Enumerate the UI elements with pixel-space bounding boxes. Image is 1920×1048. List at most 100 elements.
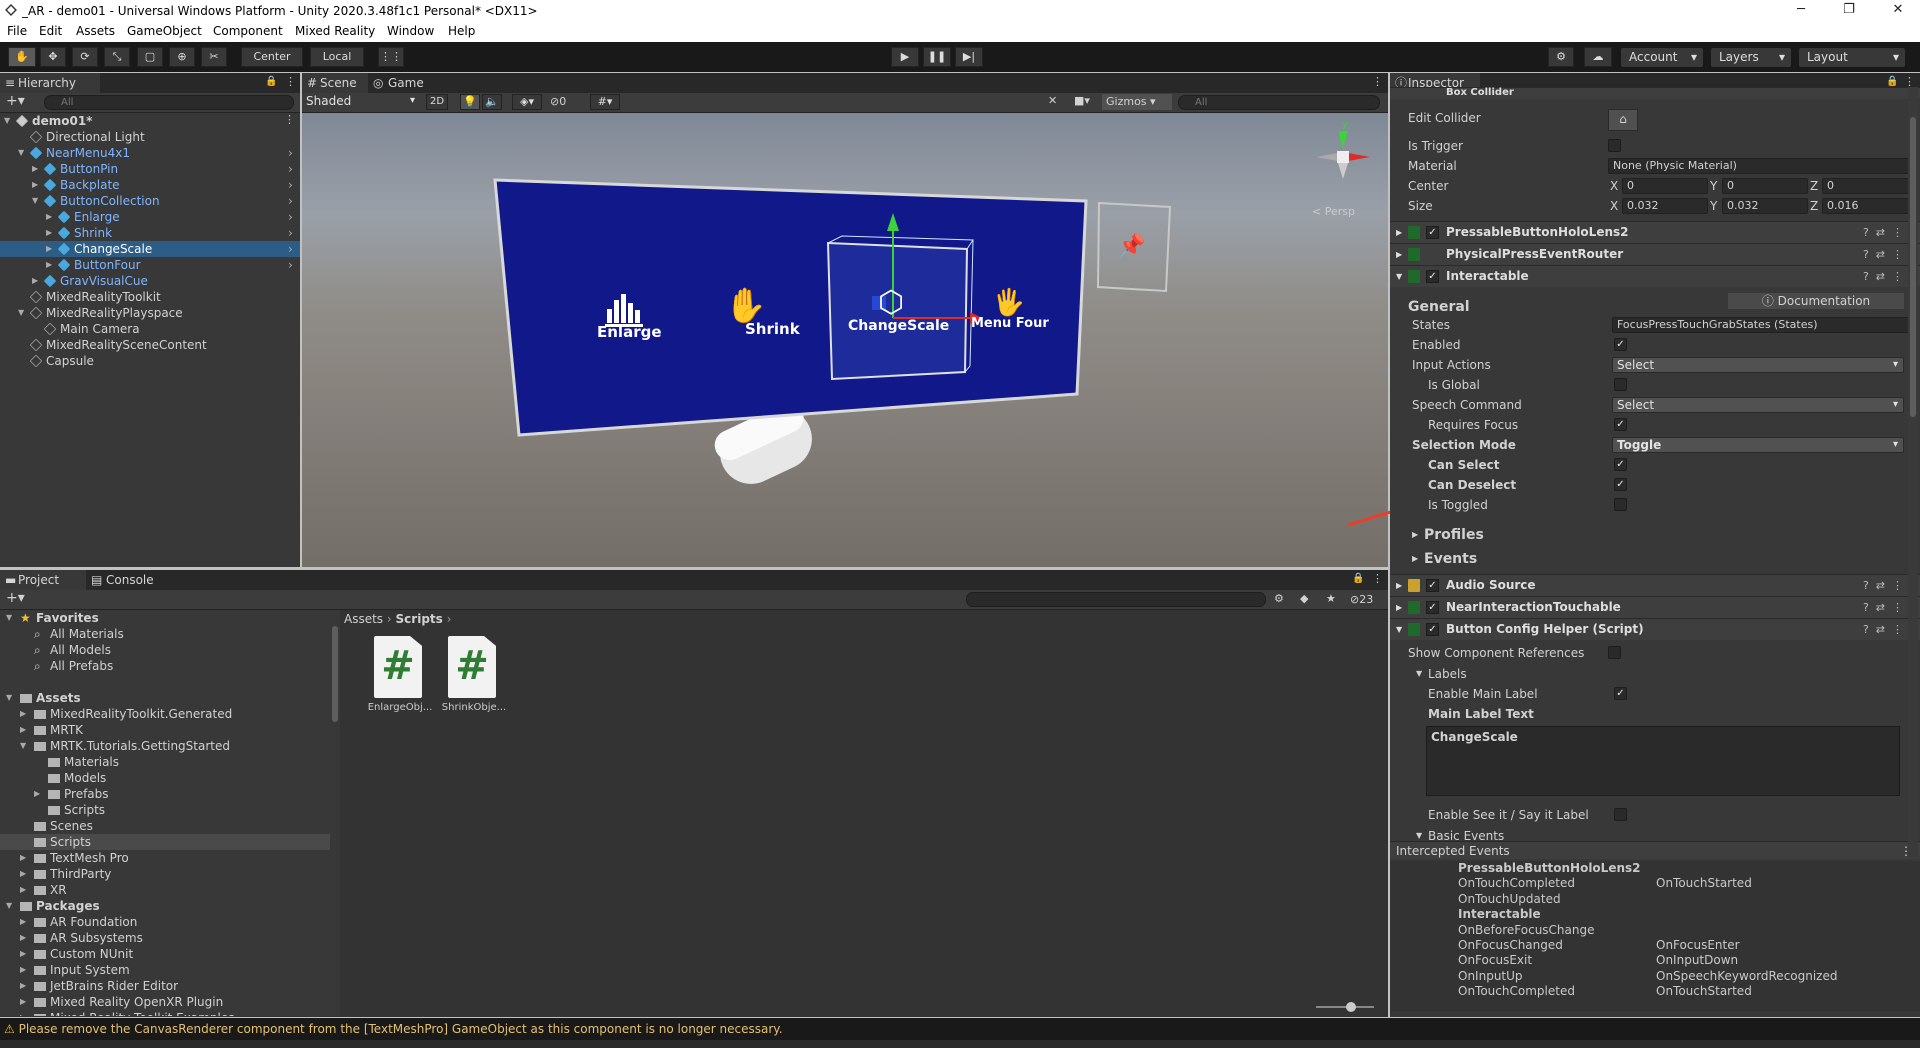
open-prefab-icon[interactable]: › xyxy=(288,225,293,241)
tab-project[interactable]: ▬ Project xyxy=(0,570,86,590)
component-enabled-checkbox[interactable]: ✓ xyxy=(1426,601,1439,614)
foldout-arrow-icon[interactable]: ▶ xyxy=(32,161,38,177)
component-interactable[interactable]: ▼ ✓ Interactable ?⇄⋮ xyxy=(1390,265,1920,287)
center-z-field[interactable]: 0 xyxy=(1822,178,1910,194)
foldout-arrow-icon[interactable]: ▶ xyxy=(46,209,52,225)
enabled-checkbox[interactable]: ✓ xyxy=(1614,338,1627,351)
menu-component[interactable]: Component xyxy=(213,24,283,38)
foldout-arrow-icon[interactable]: ▶ xyxy=(20,914,26,930)
project-folder-item[interactable]: Scenes xyxy=(0,818,330,834)
open-prefab-icon[interactable]: › xyxy=(288,145,293,161)
scene-viewport[interactable]: 📌 ✋ ⬡ 🖐 y Enlarge Shrink ChangeScale Men… xyxy=(302,113,1388,567)
foldout-arrow-icon[interactable]: ▶ xyxy=(32,177,38,193)
add-icon[interactable]: +▾ xyxy=(6,93,25,109)
component-enabled-checkbox[interactable]: ✓ xyxy=(1426,623,1439,636)
tab-game[interactable]: ◎ Game xyxy=(370,73,436,93)
2d-toggle[interactable]: 2D xyxy=(426,94,448,110)
lock-icon[interactable]: 🔒 xyxy=(1886,76,1898,87)
project-folder-item[interactable]: ▼ Packages xyxy=(0,898,330,914)
tab-console[interactable]: ▤ Console xyxy=(88,570,174,590)
hierarchy-item[interactable]: MixedRealitySceneContent xyxy=(0,337,300,353)
component-box-collider[interactable]: Box Collider xyxy=(1390,87,1920,99)
lighting-toggle[interactable]: 💡 xyxy=(460,94,480,110)
foldout-arrow-icon[interactable]: ▶ xyxy=(20,1010,26,1016)
hand-tool-button[interactable]: ✋ xyxy=(8,47,36,67)
grid-toggle[interactable]: #▾ xyxy=(590,94,620,110)
hierarchy-item[interactable]: ▼ NearMenu4x1 › xyxy=(0,145,300,161)
edit-collider-button[interactable]: ⌂ xyxy=(1608,109,1638,131)
perspective-label[interactable]: < Persp xyxy=(1312,205,1355,218)
step-button[interactable]: ▶| xyxy=(955,47,983,67)
component-header-icons[interactable]: ?⇄⋮ xyxy=(1863,222,1910,243)
foldout-arrow-icon[interactable]: ▼ xyxy=(20,738,26,754)
hierarchy-item[interactable]: Directional Light xyxy=(0,129,300,145)
hierarchy-item[interactable]: ▶ GravVisualCue xyxy=(0,273,300,289)
project-folder-item[interactable]: ▶ Custom NUnit xyxy=(0,946,330,962)
menu-assets[interactable]: Assets xyxy=(76,24,115,38)
component-header-icons[interactable]: ?⇄⋮ xyxy=(1863,575,1910,596)
component-button-config-helper[interactable]: ▼ ✓ Button Config Helper (Script) ?⇄⋮ xyxy=(1390,618,1920,640)
basic-events-foldout[interactable]: ▼ Basic Events xyxy=(1390,829,1920,841)
project-tree-scrollbar[interactable] xyxy=(330,610,340,1016)
profiles-foldout[interactable]: ▶ Profiles xyxy=(1390,526,1920,544)
hierarchy-item[interactable]: ▶ ChangeScale › xyxy=(0,241,300,257)
layout-dropdown[interactable]: Layout xyxy=(1799,48,1905,67)
rect-tool-button[interactable]: ▢ xyxy=(137,47,163,67)
scale-tool-button[interactable]: ⤡ xyxy=(104,47,130,67)
transform-tool-button[interactable]: ⊕ xyxy=(169,47,195,67)
scene-search-input[interactable]: All xyxy=(1178,95,1380,110)
move-tool-button[interactable]: ✥ xyxy=(40,47,66,67)
project-folder-item[interactable]: ▶ JetBrains Rider Editor xyxy=(0,978,330,994)
filter-type-icon[interactable]: ⚙ xyxy=(1274,592,1284,605)
size-z-field[interactable]: 0.016 xyxy=(1822,198,1910,214)
foldout-arrow-icon[interactable]: ▼ xyxy=(32,193,38,209)
enable-see-it-checkbox[interactable] xyxy=(1614,808,1627,821)
hierarchy-item[interactable]: ▶ Enlarge › xyxy=(0,209,300,225)
foldout-arrow-icon[interactable]: ▶ xyxy=(46,225,52,241)
project-folder-item[interactable]: ▼ MRTK.Tutorials.GettingStarted xyxy=(0,738,330,754)
project-folder-item[interactable]: ▶ Mixed Reality Toolkit Examples xyxy=(0,1010,330,1016)
filter-label-icon[interactable]: ◆ xyxy=(1300,592,1308,605)
project-folder-item[interactable]: ⌕ All Materials xyxy=(0,626,330,642)
component-enabled-checkbox[interactable]: ✓ xyxy=(1426,270,1439,283)
hierarchy-item[interactable]: Capsule xyxy=(0,353,300,369)
project-folder-item[interactable]: Models xyxy=(0,770,330,786)
component-header-icons[interactable]: ?⇄⋮ xyxy=(1863,244,1910,265)
open-prefab-icon[interactable]: › xyxy=(288,193,293,209)
events-foldout[interactable]: ▶ Events xyxy=(1390,550,1920,568)
hierarchy-item[interactable]: ▼ ButtonCollection › xyxy=(0,193,300,209)
size-x-field[interactable]: 0.032 xyxy=(1622,198,1708,214)
foldout-arrow-icon[interactable]: ▼ xyxy=(18,145,24,161)
states-field[interactable]: FocusPressTouchGrabStates (States) xyxy=(1612,317,1910,333)
hidden-count[interactable]: ⊘0 xyxy=(550,95,566,108)
menu-label-changescale[interactable]: ChangeScale xyxy=(848,318,949,334)
foldout-arrow-icon[interactable]: ▼ xyxy=(6,690,12,706)
project-folder-item[interactable]: ▶ AR Foundation xyxy=(0,914,330,930)
foldout-arrow-icon[interactable]: ▶ xyxy=(20,722,26,738)
icon-size-slider[interactable] xyxy=(1316,1002,1374,1012)
menu-label-menu-four[interactable]: Menu Four xyxy=(971,316,1049,331)
open-prefab-icon[interactable]: › xyxy=(288,241,293,257)
foldout-arrow-icon[interactable]: ▶ xyxy=(20,930,26,946)
is-toggled-checkbox[interactable] xyxy=(1614,498,1627,511)
component-enabled-checkbox[interactable]: ✓ xyxy=(1426,579,1439,592)
foldout-arrow-icon[interactable]: ▶ xyxy=(20,850,26,866)
project-folder-item[interactable]: ▶ ThirdParty xyxy=(0,866,330,882)
show-references-checkbox[interactable] xyxy=(1608,646,1621,659)
center-x-field[interactable]: 0 xyxy=(1622,178,1708,194)
status-bar[interactable]: ⚠ Please remove the CanvasRenderer compo… xyxy=(0,1018,1920,1040)
is-global-checkbox[interactable] xyxy=(1614,378,1627,391)
minimize-button[interactable]: ─ xyxy=(1786,2,1816,17)
component-header-icons[interactable]: ?⇄⋮ xyxy=(1863,619,1910,640)
hierarchy-item[interactable]: ▼ demo01* xyxy=(0,113,300,129)
pause-button[interactable]: ❚❚ xyxy=(923,47,951,67)
foldout-arrow-icon[interactable]: ▶ xyxy=(20,962,26,978)
audio-toggle[interactable]: 🔈 xyxy=(482,94,502,110)
account-dropdown[interactable]: Account xyxy=(1621,48,1703,67)
menu-window[interactable]: Window xyxy=(387,24,434,38)
size-y-field[interactable]: 0.032 xyxy=(1722,198,1808,214)
project-folder-item[interactable]: ▶ TextMesh Pro xyxy=(0,850,330,866)
breadcrumb-scripts[interactable]: Scripts xyxy=(396,612,443,626)
project-folder-item[interactable]: ▶ XR xyxy=(0,882,330,898)
tools-icon[interactable]: ✕ xyxy=(1048,94,1057,107)
